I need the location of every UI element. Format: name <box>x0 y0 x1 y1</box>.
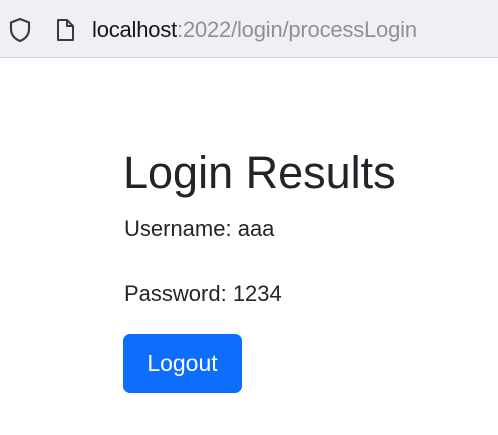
page-title: Login Results <box>123 147 396 198</box>
password-text: Password: 1234 <box>124 281 282 306</box>
logout-button[interactable]: Logout <box>123 334 242 393</box>
url-path: :2022/login/processLogin <box>177 17 417 42</box>
url-host: localhost <box>92 17 178 42</box>
page-icon <box>57 19 74 41</box>
url-text[interactable]: localhost:2022/login/processLogin <box>92 17 417 43</box>
address-bar[interactable]: localhost:2022/login/processLogin <box>0 0 498 58</box>
shield-icon[interactable] <box>9 17 31 43</box>
username-text: Username: aaa <box>124 216 275 241</box>
